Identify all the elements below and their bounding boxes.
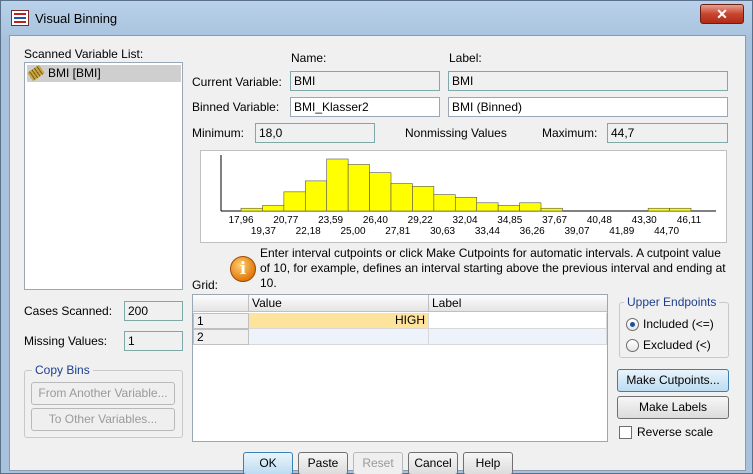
histogram-tick-label-top: 37,67 — [542, 215, 567, 226]
missing-values-label: Missing Values: — [24, 334, 108, 348]
name-header: Name: — [291, 51, 327, 65]
histogram-bar — [519, 202, 542, 212]
reset-button[interactable]: Reset — [353, 452, 403, 474]
maximum-label: Maximum: — [542, 126, 598, 140]
histogram-tick-label-top: 34,85 — [497, 215, 522, 226]
cancel-button[interactable]: Cancel — [408, 452, 458, 474]
minimum-value-field: 18,0 — [255, 123, 375, 143]
list-item[interactable]: BMI [BMI] — [27, 64, 181, 82]
ok-button[interactable]: OK — [243, 452, 293, 474]
grid-row-header[interactable]: 2 — [193, 329, 249, 345]
histogram-bar — [262, 205, 285, 212]
histogram-tick-label-top: 32,04 — [452, 215, 477, 226]
histogram-tick-label-bottom: 30,63 — [430, 226, 455, 237]
histogram-bar — [347, 164, 370, 212]
histogram-bar — [454, 197, 478, 212]
histogram-bar — [669, 207, 692, 212]
histogram-chart: 17,96 19,37 20,77 22,18 23,59 25,00 26,40 27,81… — [200, 150, 727, 243]
current-variable-label-field: BMI — [448, 71, 728, 91]
histogram-tick-label-top: 46,11 — [677, 215, 702, 226]
current-variable-name-field: BMI — [290, 71, 440, 91]
cases-scanned-value: 200 — [124, 301, 183, 321]
to-other-variables-button[interactable]: To Other Variables... — [31, 408, 175, 431]
histogram-bar — [369, 172, 392, 212]
make-cutpoints-button[interactable]: Make Cutpoints... — [617, 369, 729, 392]
copy-bins-title: Copy Bins — [32, 363, 93, 377]
histogram-bar — [476, 202, 499, 212]
current-variable-label: Current Variable: — [192, 75, 282, 89]
cutpoint-grid[interactable]: Value Label 1 HIGH 2 — [192, 294, 608, 442]
histogram-tick-label-bottom: 19,37 — [251, 226, 276, 237]
histogram-tick-label-top: 23,59 — [318, 215, 343, 226]
grid-cell-value[interactable] — [249, 329, 429, 345]
missing-values-value: 1 — [124, 331, 183, 351]
histogram-tick-label-bottom: 39,07 — [564, 226, 589, 237]
maximum-value-field: 44,7 — [607, 123, 728, 143]
binned-variable-label: Binned Variable: — [192, 100, 280, 114]
paste-button[interactable]: Paste — [298, 452, 348, 474]
scale-variable-icon — [27, 64, 45, 82]
histogram-bar — [304, 180, 328, 212]
histogram-tick-label-bottom: 22,18 — [296, 226, 321, 237]
histogram-bar — [283, 191, 306, 212]
histogram-bar — [412, 186, 435, 212]
list-item-label: BMI [BMI] — [48, 66, 101, 80]
included-radio[interactable] — [626, 318, 639, 331]
dialog-client-area: Scanned Variable List: BMI [BMI] Name: L… — [9, 35, 746, 474]
help-button[interactable]: Help — [463, 452, 513, 474]
minimum-label: Minimum: — [192, 126, 245, 140]
nonmissing-values-label: Nonmissing Values — [405, 126, 507, 140]
from-another-variable-button[interactable]: From Another Variable... — [31, 382, 175, 405]
make-labels-button[interactable]: Make Labels — [617, 396, 729, 419]
grid-cell-label[interactable] — [429, 313, 607, 329]
grid-column-label[interactable]: Label — [429, 295, 607, 312]
scanned-variable-listbox[interactable]: BMI [BMI] — [24, 62, 183, 290]
info-icon: i — [230, 256, 256, 282]
histogram-bar — [390, 183, 413, 212]
histogram-tick-label-top: 26,40 — [363, 215, 388, 226]
excluded-radio-label[interactable]: Excluded (<) — [643, 338, 711, 352]
histogram-bar — [497, 205, 520, 212]
excluded-radio[interactable] — [626, 339, 639, 352]
cases-scanned-label: Cases Scanned: — [24, 304, 113, 318]
grid-row-header[interactable]: 1 — [193, 313, 249, 329]
scanned-variable-list-label: Scanned Variable List: — [24, 47, 144, 61]
label-header: Label: — [449, 51, 482, 65]
histogram-bar — [433, 194, 456, 212]
histogram-bar — [540, 207, 563, 212]
histogram-tick-label-top: 20,77 — [273, 215, 298, 226]
histogram-tick-label-bottom: 36,26 — [520, 226, 545, 237]
window-title: Visual Binning — [35, 11, 118, 26]
included-radio-label[interactable]: Included (<=) — [643, 317, 714, 331]
spss-app-icon — [11, 10, 29, 26]
histogram-tick-label-bottom: 44,70 — [654, 226, 679, 237]
histogram-tick-label-bottom: 25,00 — [340, 226, 365, 237]
close-button[interactable]: ✕ — [700, 4, 744, 24]
reverse-scale-checkbox[interactable] — [619, 426, 632, 439]
histogram-tick-label-top: 40,48 — [587, 215, 612, 226]
title-bar[interactable]: Visual Binning ✕ — [1, 1, 752, 35]
histogram-tick-label-top: 29,22 — [408, 215, 433, 226]
histogram-tick-label-top: 43,30 — [632, 215, 657, 226]
binned-variable-name-input[interactable]: BMI_Klasser2 — [290, 97, 440, 117]
binned-variable-label-input[interactable]: BMI (Binned) — [448, 97, 728, 117]
reverse-scale-label[interactable]: Reverse scale — [637, 425, 713, 439]
histogram-svg: 17,9619,3720,7722,1823,5925,0026,4027,81… — [220, 155, 716, 237]
histogram-bar — [240, 207, 263, 212]
histogram-tick-label-bottom: 27,81 — [385, 226, 410, 237]
grid-cell-label[interactable] — [429, 329, 607, 345]
grid-column-value[interactable]: Value — [249, 295, 429, 312]
grid-label: Grid: — [192, 278, 219, 292]
info-text: Enter interval cutpoints or click Make C… — [260, 246, 726, 290]
histogram-tick-label-bottom: 41,89 — [609, 226, 634, 237]
grid-corner-header — [193, 295, 249, 312]
histogram-bar — [326, 158, 349, 212]
grid-cell-value[interactable]: HIGH — [249, 313, 429, 329]
histogram-bar — [647, 207, 670, 212]
histogram-tick-label-bottom: 33,44 — [475, 226, 500, 237]
visual-binning-dialog: Visual Binning ✕ Scanned Variable List: … — [0, 0, 753, 474]
histogram-tick-label-top: 17,96 — [228, 215, 253, 226]
upper-endpoints-title: Upper Endpoints — [624, 295, 720, 309]
